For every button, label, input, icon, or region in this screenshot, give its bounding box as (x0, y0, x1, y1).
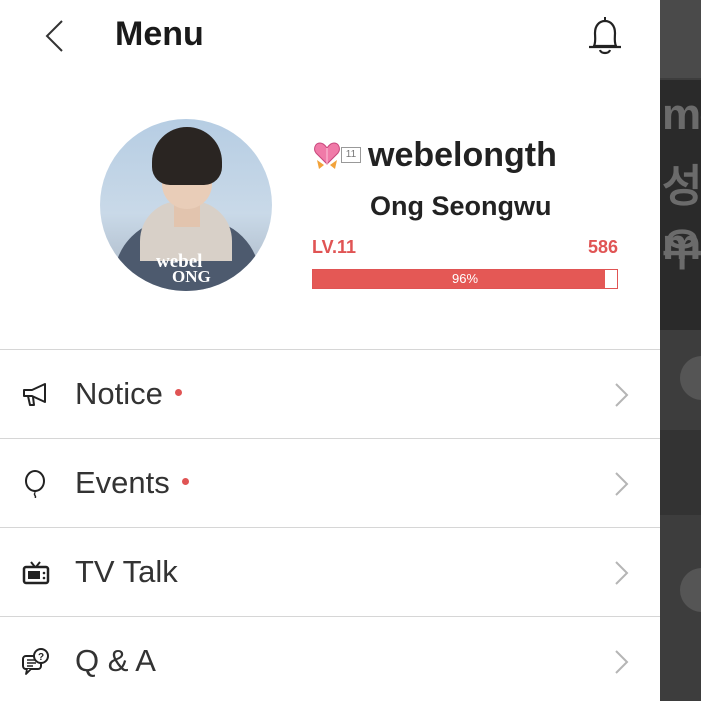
menu-item-notice[interactable]: Notice (0, 349, 660, 438)
background-app-overlay[interactable]: mo 성우 mi (660, 0, 701, 701)
question-chat-icon: ? (22, 648, 49, 675)
svg-text:?: ? (38, 652, 44, 663)
avatar[interactable]: webel ONG (100, 119, 272, 291)
menu-item-label: Q & A (75, 643, 156, 678)
background-app-banner: mo 성우 mi (660, 80, 701, 330)
username: webelongth (368, 136, 557, 174)
menu-header: Menu (0, 0, 660, 72)
balloon-icon (25, 470, 45, 498)
menu-item-events[interactable]: Events (0, 438, 660, 527)
background-card (660, 430, 701, 515)
level-label: LV.11 (312, 237, 357, 257)
menu-item-label: Events (75, 465, 170, 500)
chevron-right-icon (615, 650, 629, 674)
chevron-right-icon (615, 561, 629, 585)
tv-icon (22, 561, 50, 585)
megaphone-icon (23, 383, 46, 406)
chevron-right-icon (615, 472, 629, 496)
background-heart-button (680, 356, 701, 400)
heart-ribbon-badge-icon (314, 142, 340, 169)
menu-item-qa[interactable]: ? Q & A (0, 616, 660, 705)
badge-level: 11 (341, 147, 361, 163)
menu-item-tv-talk[interactable]: TV Talk (0, 527, 660, 616)
background-app-header (660, 0, 701, 78)
back-button[interactable] (40, 18, 70, 54)
menu-item-label: TV Talk (75, 554, 178, 589)
bell-icon (589, 17, 621, 55)
side-menu-drawer: Menu webel ONG 11 webelongth Ong Seongwu… (0, 0, 660, 701)
chevron-right-icon (615, 383, 629, 407)
new-indicator-dot (181, 478, 189, 486)
chevron-left-icon (45, 20, 63, 52)
notification-button[interactable] (584, 14, 626, 58)
points-value: 586 (587, 237, 618, 257)
profile-section: webel ONG 11 webelongth Ong Seongwu LV.1… (0, 100, 660, 340)
page-title: Menu (115, 15, 204, 53)
avatar-watermark: ONG (172, 267, 211, 286)
level-progress-text: 96% (451, 271, 479, 286)
new-indicator-dot (174, 389, 182, 397)
level-progress-bar: 96% (312, 269, 618, 289)
menu-list: Notice Events TV Talk ? Q & A (0, 349, 660, 705)
artist-name: Ong Seongwu (370, 191, 552, 221)
menu-item-label: Notice (75, 376, 163, 411)
background-heart-button (680, 568, 701, 612)
